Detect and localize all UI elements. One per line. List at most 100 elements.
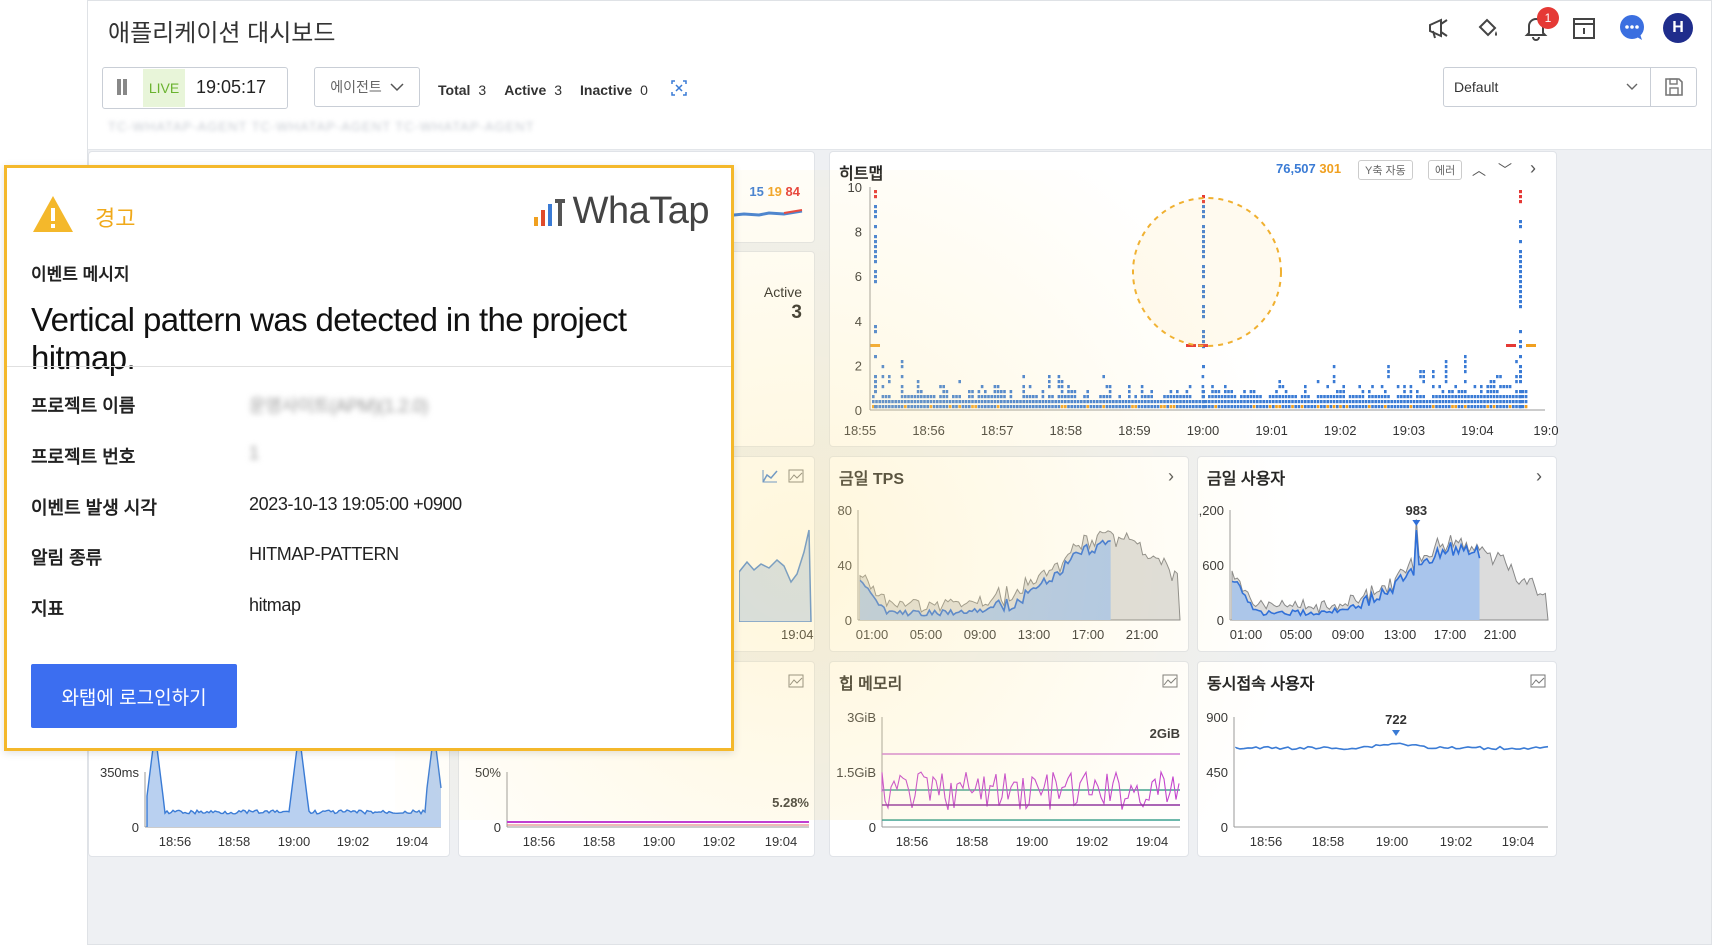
hitmap-cell <box>939 405 942 409</box>
hitmap-cell <box>1323 400 1326 404</box>
hitmap-cell <box>1502 385 1505 389</box>
hitmap-cell <box>1115 405 1118 409</box>
hitmap-cell <box>1428 405 1432 409</box>
hitmap-cell <box>1230 395 1233 399</box>
peak-marker <box>1392 730 1400 736</box>
hitmap-cell <box>1336 405 1339 409</box>
hitmap-cell <box>1041 400 1045 404</box>
hitmap-pattern-cell <box>1519 255 1522 259</box>
event-message-label: 이벤트 메시지 <box>31 265 130 284</box>
hitmap-cell <box>1358 385 1361 389</box>
hitmap-cell <box>1316 380 1320 384</box>
hitmap-cell <box>1035 405 1038 409</box>
hitmap-cell <box>1268 400 1272 404</box>
hitmap-cell <box>990 395 993 399</box>
hitmap-cell <box>913 405 917 409</box>
hitmap-pattern-cell <box>1519 240 1522 244</box>
hitmap-cell <box>1464 380 1467 384</box>
hitmap-cell <box>1182 405 1185 409</box>
hitmap-cell <box>1403 395 1406 399</box>
hitmap-pattern-cell <box>874 390 877 394</box>
hitmap-cell <box>1214 400 1217 404</box>
hitmap-cell <box>1048 380 1051 384</box>
hitmap-cell <box>916 390 920 394</box>
save-layout-button[interactable] <box>1651 67 1697 107</box>
hitmap-cell <box>1169 400 1173 404</box>
hitmap-cell <box>1352 405 1355 409</box>
hitmap-cell <box>968 395 971 399</box>
hitmap-cell <box>1080 405 1083 409</box>
hitmap-cell <box>1435 400 1438 404</box>
hitmap-cell <box>888 375 891 379</box>
hitmap-cell <box>1355 400 1358 404</box>
hitmap-cell <box>1489 380 1493 384</box>
hitmap-cell <box>1166 400 1169 404</box>
live-control[interactable]: LIVE 19:05:17 <box>102 67 288 109</box>
hitmap-cell <box>1083 405 1086 409</box>
agent-select[interactable]: 에이전트 <box>314 67 420 107</box>
info-panel-icon[interactable] <box>1567 11 1601 45</box>
hitmap-cell <box>1422 380 1425 384</box>
hitmap-cell <box>1425 400 1429 404</box>
hitmap-cell <box>1345 400 1349 404</box>
bell-icon[interactable]: 1 <box>1519 7 1559 45</box>
hitmap-cell <box>984 395 987 399</box>
login-button[interactable]: 와탭에 로그인하기 <box>31 664 237 728</box>
hitmap-cell <box>1057 385 1061 389</box>
hitmap-cell <box>1371 400 1374 404</box>
pause-icon[interactable] <box>115 79 129 97</box>
y-tick: 80 <box>838 503 852 518</box>
avatar[interactable]: H <box>1663 13 1693 43</box>
x-tick: 18:56 <box>1250 834 1283 849</box>
agent-filter-icon[interactable] <box>670 79 688 100</box>
hitmap-cell <box>1316 395 1320 399</box>
hitmap-cell <box>1291 405 1294 409</box>
logo-bars-icon <box>533 198 565 226</box>
megaphone-icon[interactable] <box>1423 11 1457 45</box>
hitmap-cell <box>952 395 955 399</box>
hitmap-cell <box>1198 400 1201 404</box>
hitmap-cell <box>913 395 917 399</box>
hitmap-cell <box>1070 405 1073 409</box>
hitmap-cell <box>1144 395 1147 399</box>
hitmap-cell <box>900 360 904 364</box>
hitmap-cell <box>913 400 917 404</box>
hitmap-cell <box>1505 395 1509 399</box>
hitmap-cell <box>1028 400 1032 404</box>
hitmap-cell <box>980 395 984 399</box>
hitmap-cell <box>990 400 993 404</box>
line-chart-icon[interactable] <box>762 469 778 483</box>
hitmap-pattern-cell <box>1202 400 1205 404</box>
hitmap-cell <box>1496 390 1499 394</box>
hitmap-cell <box>897 400 901 404</box>
hitmap-cell <box>1204 400 1208 404</box>
hitmap-cell <box>888 395 891 399</box>
hitmap-cell <box>1435 405 1438 409</box>
hitmap-cell <box>1278 395 1281 399</box>
hitmap-cell <box>1467 405 1470 409</box>
hitmap-cell <box>1476 400 1480 404</box>
preset-select[interactable]: Default <box>1443 67 1651 107</box>
hitmap-cell <box>1313 400 1317 404</box>
heap-value-label: 2GiB <box>1150 726 1180 741</box>
hitmap-cell <box>1051 395 1054 399</box>
hitmap-pattern-cell <box>1519 355 1522 359</box>
hitmap-cell <box>1195 400 1198 404</box>
x-tick: 18:56 <box>159 834 192 849</box>
hitmap-cell <box>1028 405 1032 409</box>
hitmap-cell <box>942 385 945 389</box>
area-chart-icon[interactable] <box>788 469 804 483</box>
hitmap-cell <box>1457 400 1461 404</box>
hitmap-cell <box>1384 390 1387 394</box>
hitmap-cell <box>1339 390 1342 394</box>
hitmap-pattern-cell <box>1202 395 1205 399</box>
hitmap-cell <box>1358 400 1361 404</box>
hitmap-cell <box>1128 385 1131 389</box>
hitmap-pattern-cell <box>874 385 877 389</box>
chat-icon[interactable] <box>1615 11 1649 45</box>
hitmap-cell <box>1035 400 1038 404</box>
hitmap-cell <box>1054 400 1057 404</box>
hitmap-pattern-cell <box>1519 220 1522 224</box>
hitmap-cell <box>916 405 920 409</box>
paint-bucket-icon[interactable] <box>1471 11 1505 45</box>
